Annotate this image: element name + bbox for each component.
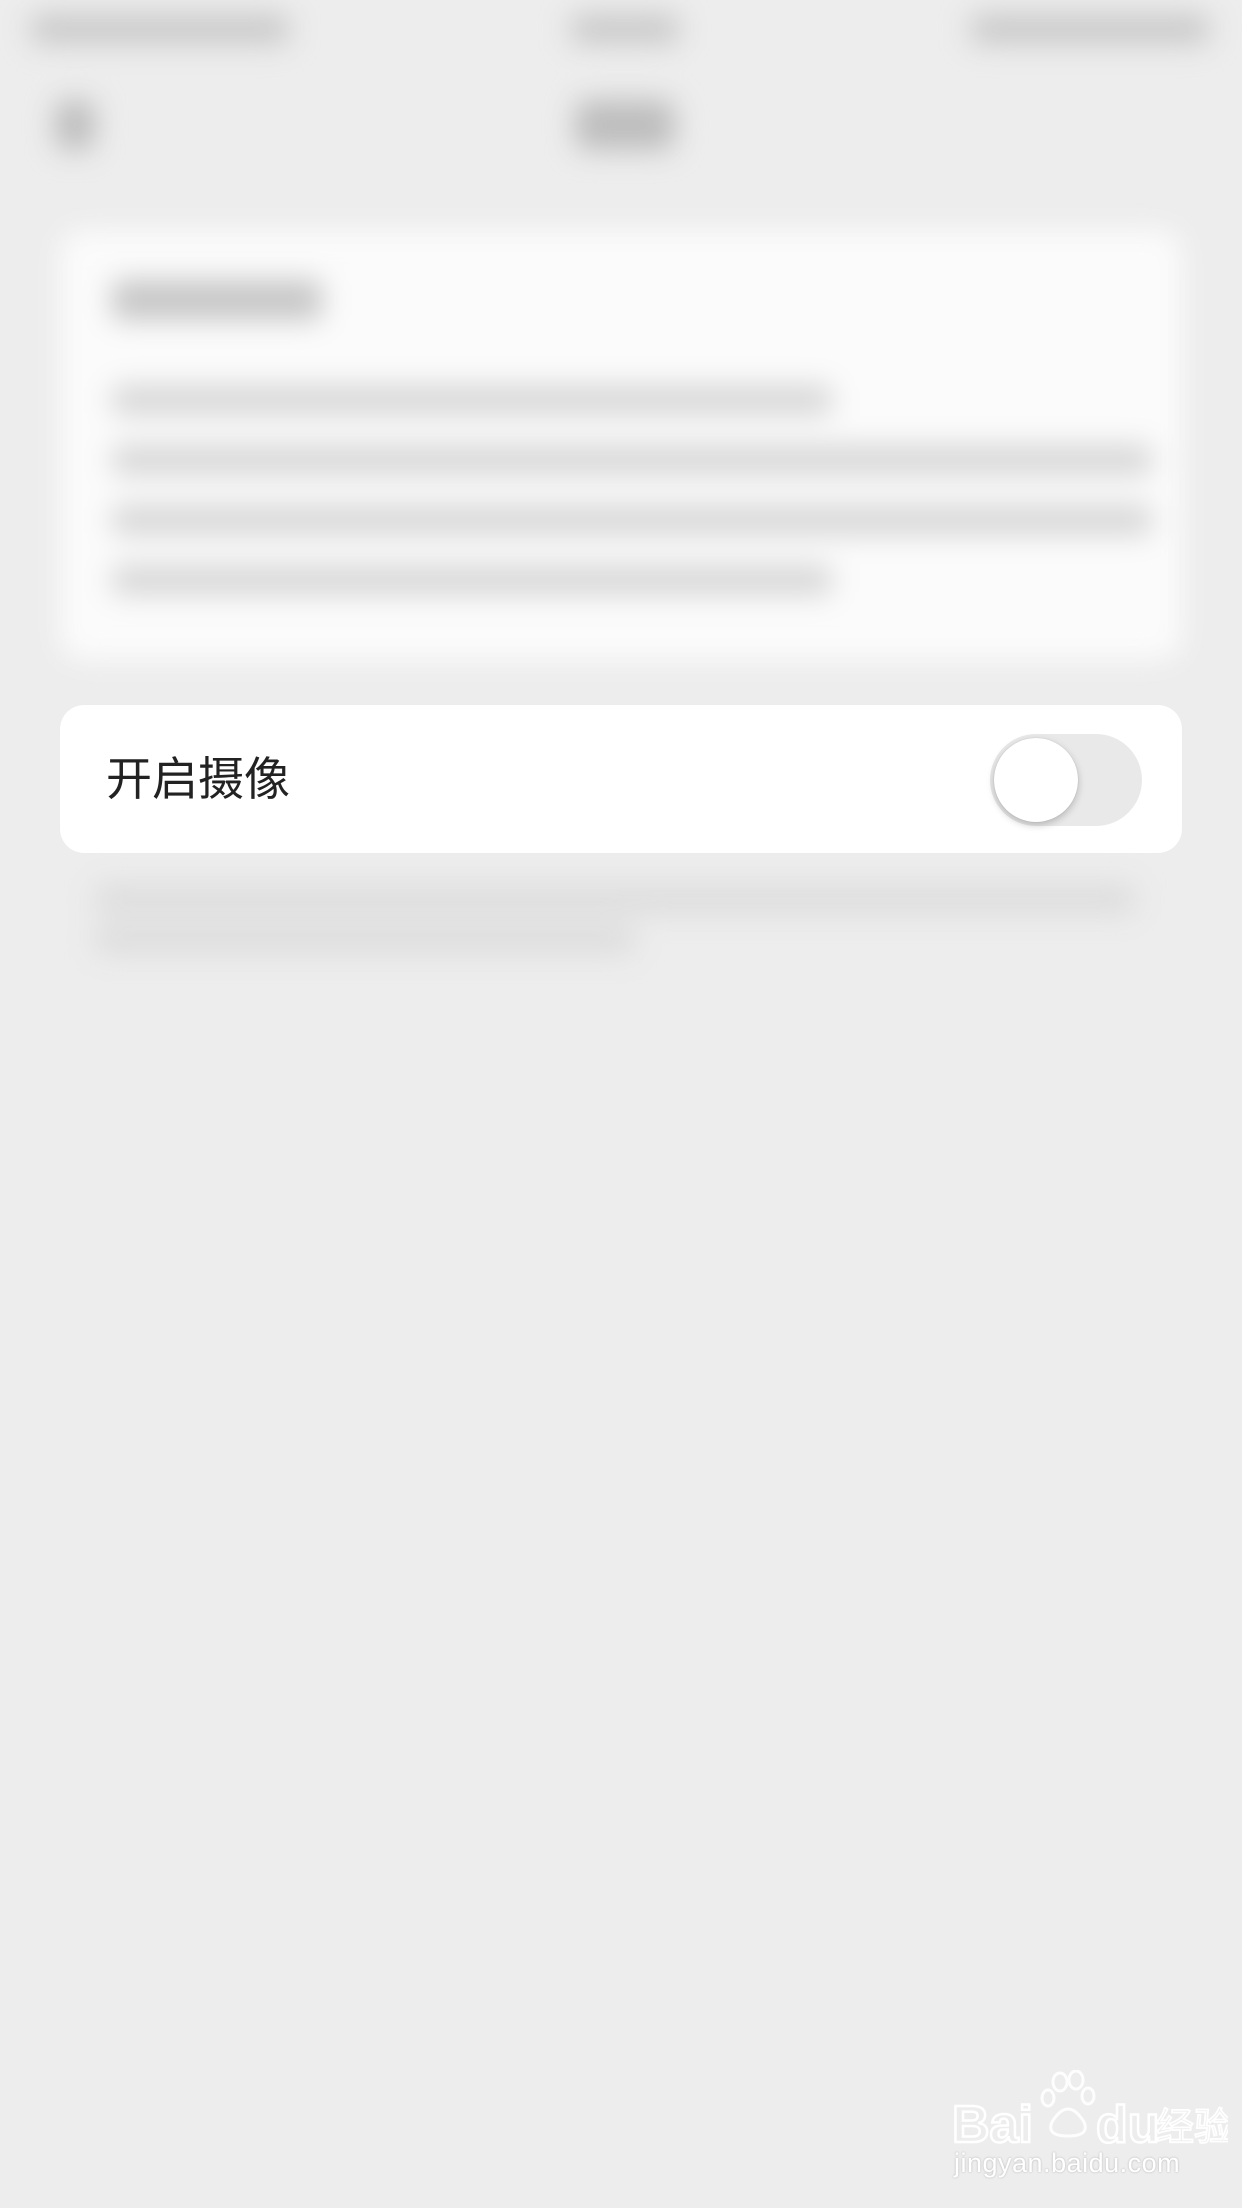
svg-text:Bai: Bai — [952, 2096, 1033, 2154]
blurred-background — [0, 0, 1242, 2208]
enable-camera-toggle[interactable] — [990, 734, 1142, 826]
svg-text:du: du — [1096, 2096, 1160, 2154]
enable-camera-setting-row: 开启摄像 — [60, 705, 1182, 853]
enable-camera-label: 开启摄像 — [106, 752, 290, 806]
svg-text:经验: 经验 — [1156, 2105, 1228, 2149]
watermark-url: jingyan.baidu.com — [954, 2148, 1181, 2178]
blurred-info-card — [60, 230, 1182, 660]
toggle-knob — [994, 738, 1078, 822]
status-bar — [0, 0, 1242, 60]
nav-bar — [0, 60, 1242, 190]
